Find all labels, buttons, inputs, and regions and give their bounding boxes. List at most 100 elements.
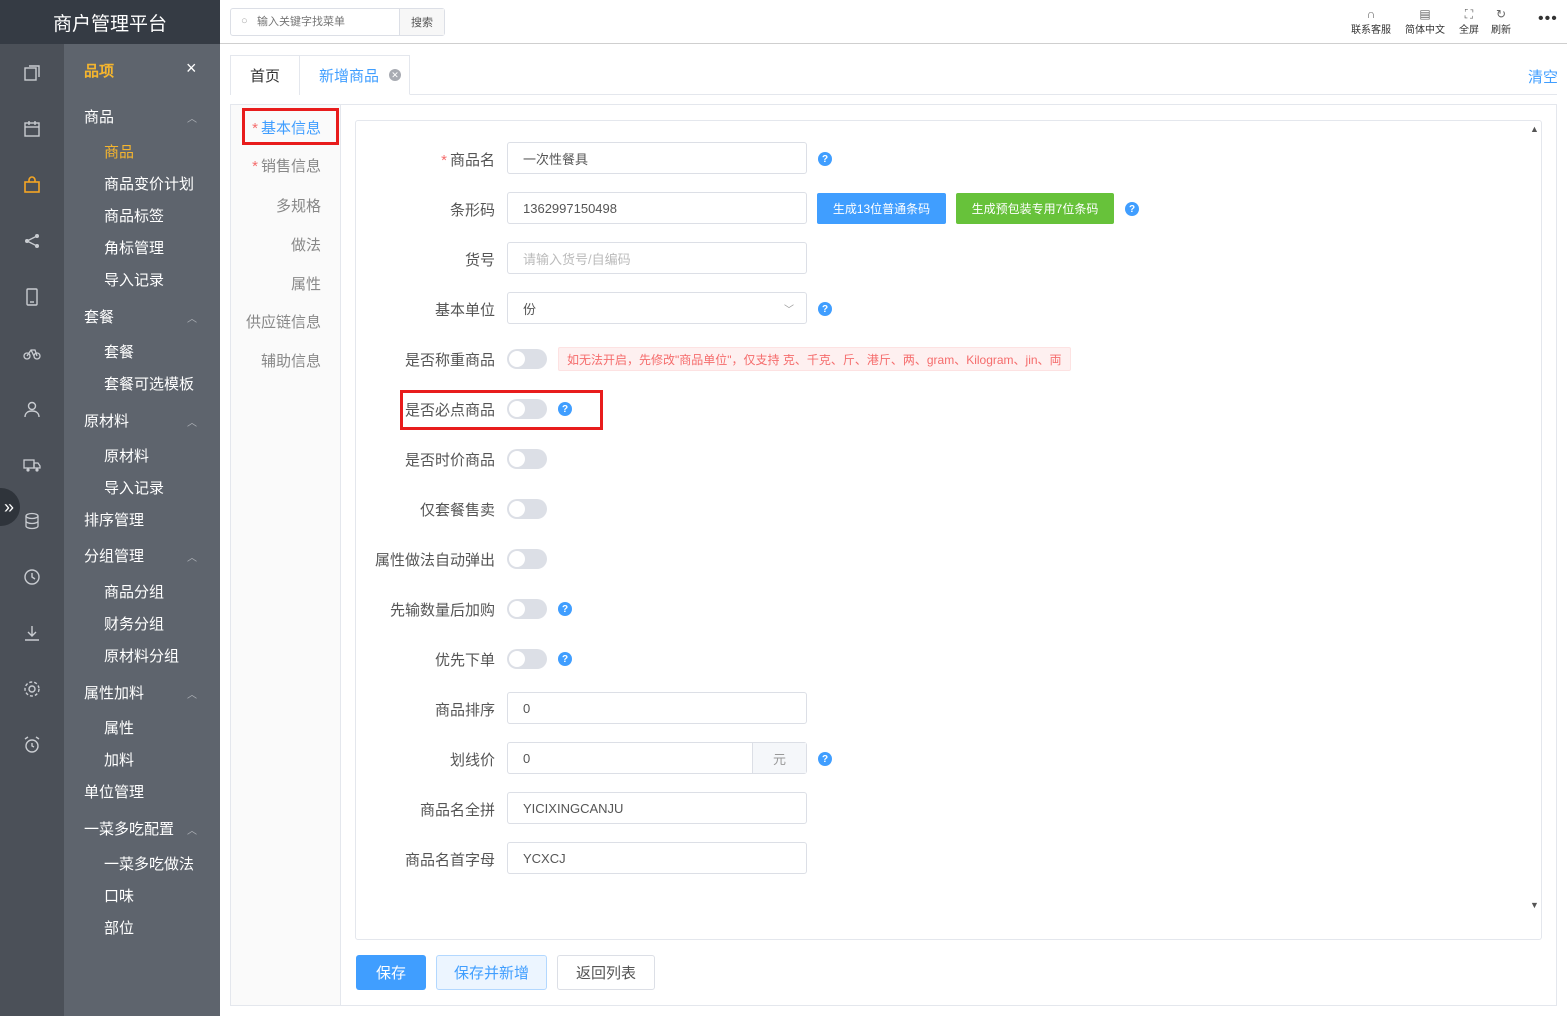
contact-support-button[interactable]: ∩ 联系客服 — [1351, 7, 1391, 36]
sort-input[interactable]: 0 — [507, 692, 807, 724]
weigh-toggle[interactable] — [507, 349, 547, 369]
language-button[interactable]: ▤ 简体中文 — [1405, 7, 1445, 36]
language-icon: ▤ — [1419, 7, 1431, 21]
section-supply-chain[interactable]: 供应链信息 — [246, 311, 321, 332]
database-icon[interactable] — [20, 509, 44, 533]
menu-item-attributes[interactable]: 属性 — [104, 717, 134, 738]
menu-group-sorting[interactable]: 排序管理 — [84, 509, 144, 530]
menu-group-multi-dish[interactable]: 一菜多吃配置 — [84, 818, 174, 839]
highlight-box — [400, 390, 603, 430]
pinyin-label: 商品名全拼 — [419, 802, 495, 819]
fullscreen-button[interactable]: ⛶ 全屏 — [1459, 7, 1479, 36]
help-icon[interactable]: ? — [818, 752, 832, 766]
menu-item-goods-tags[interactable]: 商品标签 — [104, 205, 164, 226]
search-icon: ○ — [241, 15, 248, 27]
priority-toggle[interactable] — [507, 649, 547, 669]
tab-home[interactable]: 首页 — [230, 55, 300, 95]
chevron-up-icon: ︿ — [187, 553, 197, 564]
name-input[interactable]: 一次性餐具 — [507, 142, 807, 174]
section-sales-info[interactable]: * 销售信息 — [252, 155, 321, 176]
bag-icon[interactable] — [20, 173, 44, 197]
clear-tabs-link[interactable]: 清空 — [1528, 66, 1558, 87]
qty-first-toggle[interactable] — [507, 599, 547, 619]
menu-item-materials[interactable]: 原材料 — [104, 445, 149, 466]
sidebar-menu: 品项 × 商品 ︿ 商品 商品变价计划 商品标签 角标管理 导入记录 套餐 ︿ … — [64, 44, 220, 1016]
help-icon[interactable]: ? — [1125, 202, 1139, 216]
priority-label: 优先下单 — [434, 652, 495, 669]
help-icon[interactable]: ? — [818, 302, 832, 316]
weigh-warning: 如无法开启，先修改"商品单位"，仅支持 克、千克、斤、港斤、两、gram、Kil… — [558, 347, 1071, 371]
headset-icon: ∩ — [1366, 7, 1376, 21]
back-to-list-button[interactable]: 返回列表 — [557, 955, 655, 990]
refresh-icon: ↻ — [1495, 7, 1507, 21]
search-input[interactable] — [231, 9, 399, 35]
initials-input[interactable]: YCXCJ — [507, 842, 807, 874]
bike-icon[interactable] — [20, 341, 44, 365]
settings-icon[interactable] — [20, 677, 44, 701]
menu-group-combo[interactable]: 套餐 — [84, 306, 114, 327]
attr-popup-toggle[interactable] — [507, 549, 547, 569]
help-icon[interactable]: ? — [558, 602, 572, 616]
menu-item-combo[interactable]: 套餐 — [104, 341, 134, 362]
clock-icon[interactable] — [20, 565, 44, 589]
scroll-up-icon[interactable]: ▲ — [1530, 124, 1539, 134]
menu-item-badge-manage[interactable]: 角标管理 — [104, 237, 164, 258]
close-icon[interactable]: × — [186, 58, 197, 79]
search-button[interactable]: 搜索 — [399, 9, 444, 35]
help-icon[interactable]: ? — [558, 652, 572, 666]
timeprice-toggle[interactable] — [507, 449, 547, 469]
refresh-button[interactable]: ↻ 刷新 — [1491, 7, 1511, 36]
menu-item-combo-template[interactable]: 套餐可选模板 — [104, 373, 194, 394]
menu-item-price-plan[interactable]: 商品变价计划 — [104, 173, 194, 194]
save-and-new-button[interactable]: 保存并新增 — [436, 955, 547, 990]
alarm-icon[interactable] — [20, 733, 44, 757]
section-multi-spec[interactable]: 多规格 — [276, 195, 321, 216]
chevron-up-icon: ︿ — [187, 418, 197, 429]
menu-group-materials[interactable]: 原材料 — [84, 410, 129, 431]
menu-group-grouping[interactable]: 分组管理 — [84, 545, 144, 566]
menu-item-multi-dish-method[interactable]: 一菜多吃做法 — [104, 853, 194, 874]
icon-rail — [0, 44, 64, 1016]
combo-only-toggle[interactable] — [507, 499, 547, 519]
highlight-box — [242, 108, 339, 145]
sku-input[interactable]: 请输入货号/自编码 — [507, 242, 807, 274]
share-icon[interactable] — [20, 229, 44, 253]
menu-item-material-group[interactable]: 原材料分组 — [104, 645, 179, 666]
pinyin-input[interactable]: YICIXINGCANJU — [507, 792, 807, 824]
generate-7-barcode-button[interactable]: 生成预包装专用7位条码 — [956, 193, 1114, 224]
barcode-label: 条形码 — [449, 202, 495, 219]
menu-item-finance-group[interactable]: 财务分组 — [104, 613, 164, 634]
list-price-input[interactable]: 0 元 — [507, 742, 807, 774]
unit-select[interactable]: 份 ﹀ — [507, 292, 807, 324]
generate-13-barcode-button[interactable]: 生成13位普通条码 — [817, 193, 946, 224]
truck-icon[interactable] — [20, 453, 44, 477]
initials-label: 商品名首字母 — [404, 852, 495, 869]
download-icon[interactable] — [20, 621, 44, 645]
menu-item-toppings[interactable]: 加料 — [104, 749, 134, 770]
section-attributes[interactable]: 属性 — [291, 273, 321, 294]
barcode-input[interactable]: 1362997150498 — [507, 192, 807, 224]
menu-item-flavor[interactable]: 口味 — [104, 885, 134, 906]
name-label: * 商品名 — [441, 152, 495, 169]
save-button[interactable]: 保存 — [356, 955, 426, 990]
help-icon[interactable]: ? — [818, 152, 832, 166]
tablet-icon[interactable] — [20, 285, 44, 309]
more-icon[interactable]: ••• — [1538, 10, 1558, 28]
section-method[interactable]: 做法 — [291, 234, 321, 255]
tab-add-goods[interactable]: 新增商品 ✕ — [300, 55, 410, 95]
menu-item-goods-group[interactable]: 商品分组 — [104, 581, 164, 602]
section-auxiliary[interactable]: 辅助信息 — [261, 350, 321, 371]
menu-group-attributes[interactable]: 属性加料 — [84, 682, 144, 703]
user-icon[interactable] — [20, 397, 44, 421]
menu-item-part[interactable]: 部位 — [104, 917, 134, 938]
unit-label: 基本单位 — [434, 302, 495, 319]
close-icon[interactable]: ✕ — [389, 69, 402, 81]
menu-group-units[interactable]: 单位管理 — [84, 781, 144, 802]
menu-item-goods[interactable]: 商品 — [104, 141, 134, 162]
calendar-icon[interactable] — [20, 117, 44, 141]
scroll-down-icon[interactable]: ▼ — [1530, 900, 1539, 910]
menu-item-material-import[interactable]: 导入记录 — [104, 477, 164, 498]
pages-icon[interactable] — [20, 61, 44, 85]
menu-group-goods[interactable]: 商品 — [84, 106, 114, 127]
menu-item-import-records[interactable]: 导入记录 — [104, 269, 164, 290]
